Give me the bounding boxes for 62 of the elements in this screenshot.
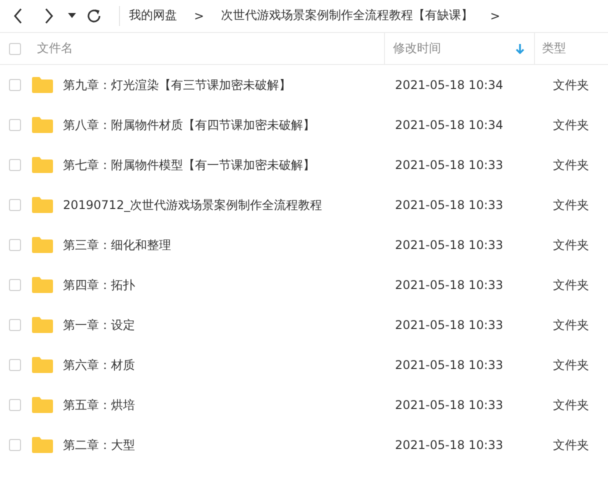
modified-time: 2021-05-18 10:33 (395, 278, 504, 292)
folder-icon (32, 277, 53, 293)
breadcrumb-link[interactable]: 我的网盘 (129, 7, 177, 24)
file-name[interactable]: 第七章：附属物件模型【有一节课加密未破解】 (63, 156, 315, 174)
modified-time: 2021-05-18 10:33 (395, 238, 504, 252)
breadcrumb-separator: > (193, 8, 206, 22)
checkbox[interactable] (9, 239, 21, 251)
column-header[interactable]: 文件名 (30, 33, 384, 64)
modified-time: 2021-05-18 10:33 (395, 318, 504, 332)
file-name[interactable]: 第五章：烘培 (63, 396, 135, 414)
file-name[interactable]: 第三章：细化和整理 (63, 236, 171, 254)
checkbox[interactable] (9, 279, 21, 291)
folder-icon (32, 437, 53, 453)
modified-time: 2021-05-18 10:33 (395, 158, 504, 172)
folder-icon (32, 197, 53, 213)
file-type: 文件夹 (553, 116, 589, 134)
file-name[interactable]: 第八章：附属物件材质【有四节课加密未破解】 (63, 116, 315, 134)
file-type: 文件夹 (553, 396, 589, 414)
file-type: 文件夹 (553, 76, 589, 94)
folder-icon (32, 157, 53, 173)
folder-icon (32, 397, 53, 413)
column-header[interactable]: 类型 (534, 33, 608, 64)
checkbox[interactable] (9, 199, 21, 211)
folder-icon (32, 77, 53, 93)
folder-icon (32, 357, 53, 373)
refresh-icon (86, 8, 102, 24)
modified-time: 2021-05-18 10:33 (395, 438, 504, 452)
checkbox[interactable] (9, 42, 21, 54)
breadcrumb-link[interactable]: 次世代游戏场景案例制作全流程教程【有缺课】 (221, 7, 474, 24)
checkbox[interactable] (9, 439, 21, 451)
file-name[interactable]: 20190712_次世代游戏场景案例制作全流程教程 (63, 196, 322, 214)
modified-time: 2021-05-18 10:33 (395, 358, 504, 372)
file-name[interactable]: 第六章：材质 (63, 356, 135, 374)
checkbox[interactable] (9, 79, 21, 91)
chevron-right-icon (44, 8, 54, 24)
chevron-left-icon (12, 8, 22, 24)
caret-down-icon (68, 13, 76, 18)
file-type: 文件夹 (553, 196, 589, 214)
checkbox[interactable] (9, 319, 21, 331)
file-name[interactable]: 第九章：灯光渲染【有三节课加密未破解】 (63, 76, 291, 94)
file-name[interactable]: 第二章：大型 (63, 436, 135, 454)
checkbox[interactable] (9, 399, 21, 411)
modified-time: 2021-05-18 10:34 (395, 118, 504, 132)
file-type: 文件夹 (553, 236, 589, 254)
modified-time: 2021-05-18 10:33 (395, 398, 504, 412)
modified-time: 2021-05-18 10:33 (395, 198, 504, 212)
file-type: 文件夹 (553, 356, 589, 374)
folder-icon (32, 317, 53, 333)
file-name[interactable]: 第四章：拓扑 (63, 276, 135, 294)
column-header[interactable]: 修改时间 (384, 33, 534, 64)
breadcrumb-separator: > (489, 8, 502, 22)
file-name[interactable]: 第一章：设定 (63, 316, 135, 334)
file-type: 文件夹 (553, 436, 589, 454)
folder-icon (32, 117, 53, 133)
checkbox[interactable] (9, 159, 21, 171)
checkbox[interactable] (9, 359, 21, 371)
file-type: 文件夹 (553, 316, 589, 334)
checkbox[interactable] (9, 119, 21, 131)
file-type: 文件夹 (553, 276, 589, 294)
file-type: 文件夹 (553, 156, 589, 174)
modified-time: 2021-05-18 10:34 (395, 78, 504, 92)
folder-icon (32, 237, 53, 253)
